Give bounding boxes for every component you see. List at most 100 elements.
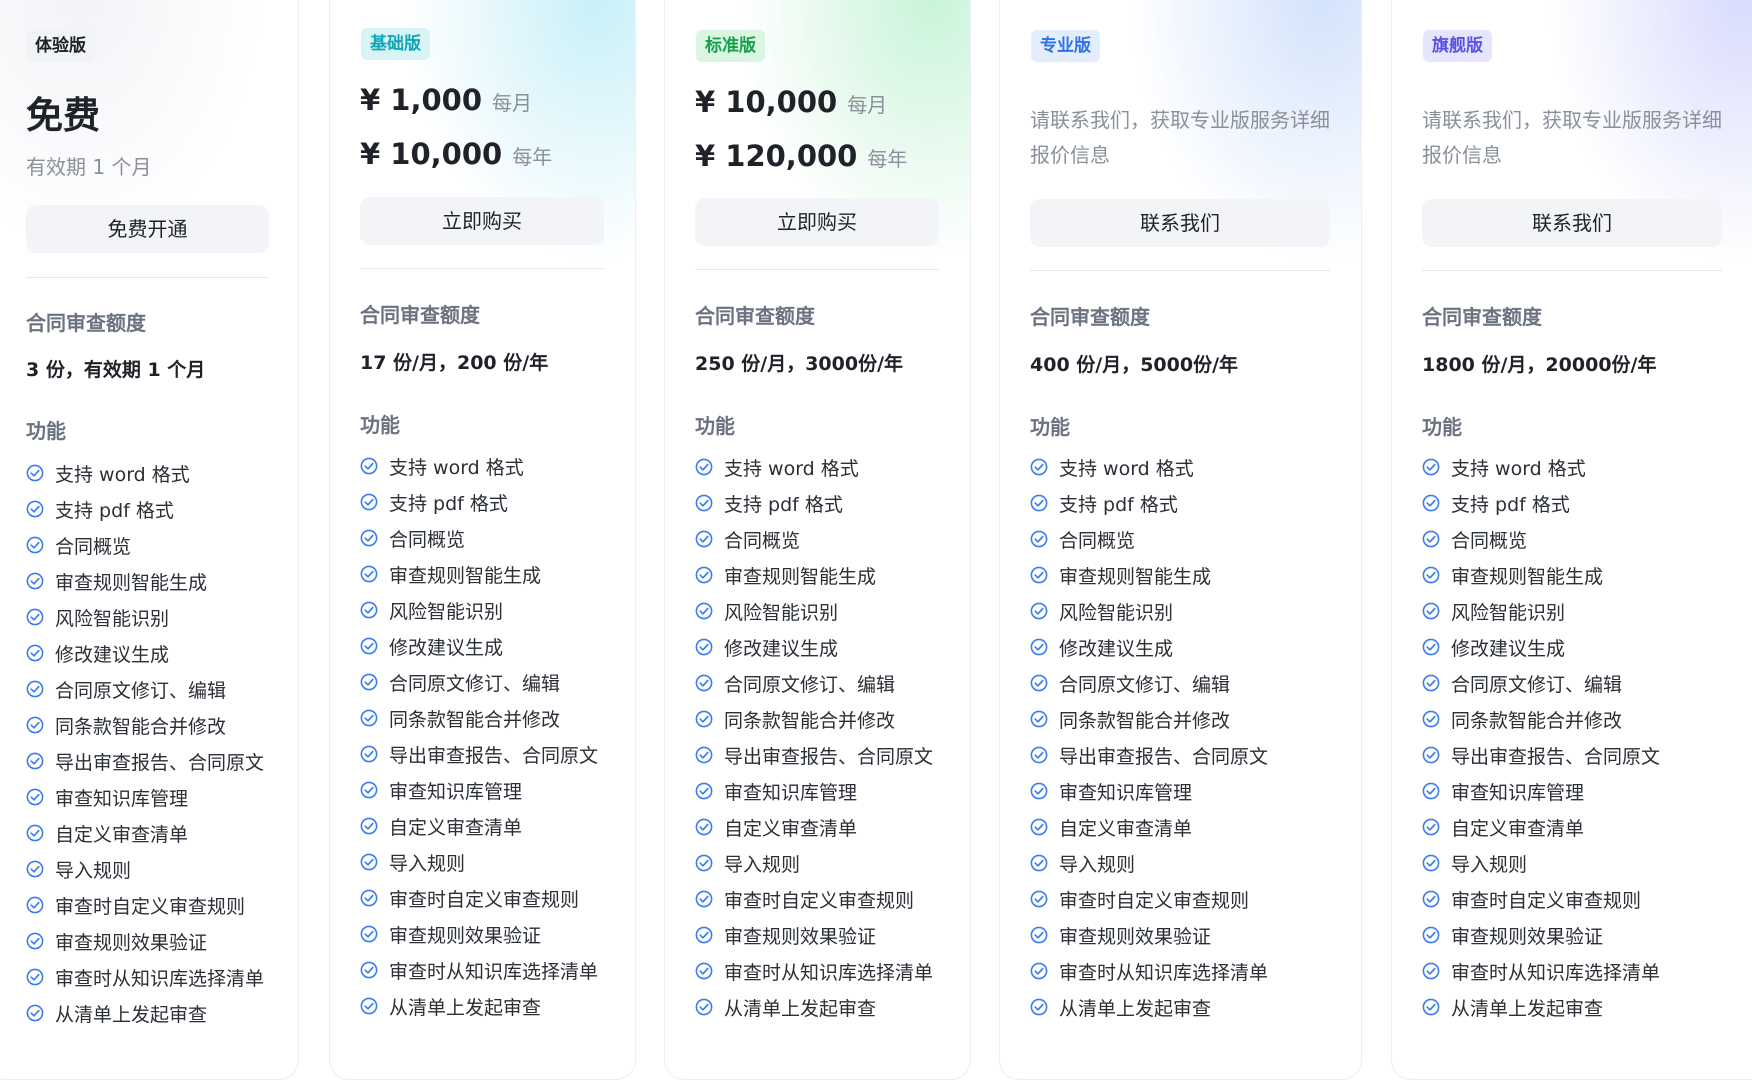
feature-item: 合同概览 bbox=[695, 521, 933, 557]
feature-label: 审查时自定义审查规则 bbox=[55, 895, 246, 918]
feature-item: 审查时从知识库选择清单 bbox=[1422, 953, 1660, 989]
contact-description: 请联系我们，获取专业版服务详细报价信息 bbox=[1422, 108, 1722, 167]
feature-label: 审查时从知识库选择清单 bbox=[389, 960, 599, 983]
feature-label: 支持 word 格式 bbox=[724, 457, 859, 480]
feature-label: 合同原文修订、编辑 bbox=[724, 673, 896, 696]
buy-now-button[interactable]: 立即购买 bbox=[695, 198, 939, 246]
check-circle-icon bbox=[1422, 458, 1440, 476]
feature-label: 支持 pdf 格式 bbox=[55, 499, 174, 522]
check-circle-icon bbox=[360, 745, 378, 763]
feature-item: 合同原文修订、编辑 bbox=[360, 664, 598, 700]
features-title: 功能 bbox=[360, 413, 400, 437]
check-circle-icon bbox=[1422, 998, 1440, 1016]
check-circle-icon bbox=[1030, 818, 1048, 836]
feature-label: 审查规则智能生成 bbox=[55, 571, 208, 594]
plan-validity: 有效期 1 个月 bbox=[26, 155, 152, 179]
feature-label: 审查知识库管理 bbox=[724, 781, 858, 804]
feature-item: 从清单上发起审查 bbox=[1422, 989, 1660, 1025]
feature-label: 合同原文修订、编辑 bbox=[1059, 673, 1231, 696]
feature-label: 风险智能识别 bbox=[55, 607, 170, 630]
feature-label: 支持 pdf 格式 bbox=[724, 493, 843, 516]
feature-item: 审查时从知识库选择清单 bbox=[360, 952, 598, 988]
check-circle-icon bbox=[1422, 710, 1440, 728]
feature-item: 修改建议生成 bbox=[360, 628, 598, 664]
feature-item: 导出审查报告、合同原文 bbox=[360, 736, 598, 772]
check-circle-icon bbox=[1030, 782, 1048, 800]
feature-label: 审查知识库管理 bbox=[55, 787, 189, 810]
check-circle-icon bbox=[695, 458, 713, 476]
feature-list: 支持 word 格式 支持 pdf 格式 合同概览 审查规则智能生成 风险智能识别 修改建… bbox=[26, 455, 264, 1031]
feature-label: 支持 word 格式 bbox=[389, 456, 524, 479]
feature-item: 导出审查报告、合同原文 bbox=[26, 743, 264, 779]
feature-item: 风险智能识别 bbox=[1422, 593, 1660, 629]
features-title: 功能 bbox=[1422, 415, 1462, 439]
feature-item: 合同原文修订、编辑 bbox=[1422, 665, 1660, 701]
divider bbox=[695, 269, 939, 270]
feature-label: 导出审查报告、合同原文 bbox=[724, 745, 934, 768]
feature-list: 支持 word 格式 支持 pdf 格式 合同概览 审查规则智能生成 风险智能识别 修改建… bbox=[360, 448, 598, 1024]
feature-item: 合同原文修订、编辑 bbox=[695, 665, 933, 701]
feature-label: 支持 word 格式 bbox=[55, 463, 190, 486]
feature-label: 修改建议生成 bbox=[1451, 637, 1566, 660]
check-circle-icon bbox=[26, 716, 44, 734]
feature-item: 审查规则效果验证 bbox=[360, 916, 598, 952]
check-circle-icon bbox=[360, 889, 378, 907]
feature-label: 修改建议生成 bbox=[1059, 637, 1174, 660]
feature-item: 风险智能识别 bbox=[26, 599, 264, 635]
contact-us-button[interactable]: 联系我们 bbox=[1422, 199, 1722, 247]
check-circle-icon bbox=[360, 781, 378, 799]
feature-item: 导出审查报告、合同原文 bbox=[1422, 737, 1660, 773]
free-activate-button[interactable]: 免费开通 bbox=[26, 205, 269, 253]
contact-us-button[interactable]: 联系我们 bbox=[1030, 199, 1330, 247]
check-circle-icon bbox=[1422, 674, 1440, 692]
feature-label: 审查时自定义审查规则 bbox=[724, 889, 915, 912]
quota-title: 合同审查额度 bbox=[26, 311, 146, 335]
check-circle-icon bbox=[26, 572, 44, 590]
feature-item: 支持 pdf 格式 bbox=[1030, 485, 1268, 521]
check-circle-icon bbox=[360, 673, 378, 691]
price-monthly-unit: 每月 bbox=[492, 91, 533, 115]
check-circle-icon bbox=[695, 926, 713, 944]
feature-label: 导出审查报告、合同原文 bbox=[389, 744, 599, 767]
check-circle-icon bbox=[1030, 638, 1048, 656]
feature-item: 从清单上发起审查 bbox=[1030, 989, 1268, 1025]
check-circle-icon bbox=[26, 896, 44, 914]
feature-label: 审查时从知识库选择清单 bbox=[724, 961, 934, 984]
plan-tag: 专业版 bbox=[1031, 30, 1100, 62]
feature-item: 审查知识库管理 bbox=[360, 772, 598, 808]
feature-item: 从清单上发起审查 bbox=[695, 989, 933, 1025]
feature-label: 支持 word 格式 bbox=[1451, 457, 1586, 480]
check-circle-icon bbox=[1422, 746, 1440, 764]
feature-label: 修改建议生成 bbox=[724, 637, 839, 660]
check-circle-icon bbox=[1030, 854, 1048, 872]
check-circle-icon bbox=[695, 494, 713, 512]
feature-label: 审查规则智能生成 bbox=[389, 564, 542, 587]
feature-item: 审查时从知识库选择清单 bbox=[26, 959, 264, 995]
check-circle-icon bbox=[695, 566, 713, 584]
feature-item: 导入规则 bbox=[360, 844, 598, 880]
feature-label: 审查规则智能生成 bbox=[724, 565, 877, 588]
check-circle-icon bbox=[26, 932, 44, 950]
plan-tag: 体验版 bbox=[26, 30, 95, 62]
check-circle-icon bbox=[695, 962, 713, 980]
quota-value: 3 份，有效期 1 个月 bbox=[26, 359, 206, 381]
check-circle-icon bbox=[360, 961, 378, 979]
feature-item: 同条款智能合并修改 bbox=[695, 701, 933, 737]
check-circle-icon bbox=[360, 529, 378, 547]
feature-label: 合同概览 bbox=[1451, 529, 1528, 552]
feature-item: 合同概览 bbox=[1030, 521, 1268, 557]
feature-item: 支持 word 格式 bbox=[26, 455, 264, 491]
feature-label: 审查时从知识库选择清单 bbox=[1451, 961, 1661, 984]
contact-description: 请联系我们，获取专业版服务详细报价信息 bbox=[1030, 108, 1330, 167]
feature-item: 审查时自定义审查规则 bbox=[1030, 881, 1268, 917]
plan-tag: 旗舰版 bbox=[1423, 30, 1492, 62]
feature-label: 同条款智能合并修改 bbox=[1451, 709, 1623, 732]
check-circle-icon bbox=[360, 493, 378, 511]
feature-item: 风险智能识别 bbox=[1030, 593, 1268, 629]
feature-label: 合同原文修订、编辑 bbox=[1451, 673, 1623, 696]
buy-now-button[interactable]: 立即购买 bbox=[360, 197, 604, 245]
check-circle-icon bbox=[26, 752, 44, 770]
check-circle-icon bbox=[1422, 854, 1440, 872]
plan-card-flagship: 旗舰版 请联系我们，获取专业版服务详细报价信息 联系我们 合同审查额度 1800… bbox=[1391, 0, 1752, 1080]
feature-item: 审查规则智能生成 bbox=[360, 556, 598, 592]
